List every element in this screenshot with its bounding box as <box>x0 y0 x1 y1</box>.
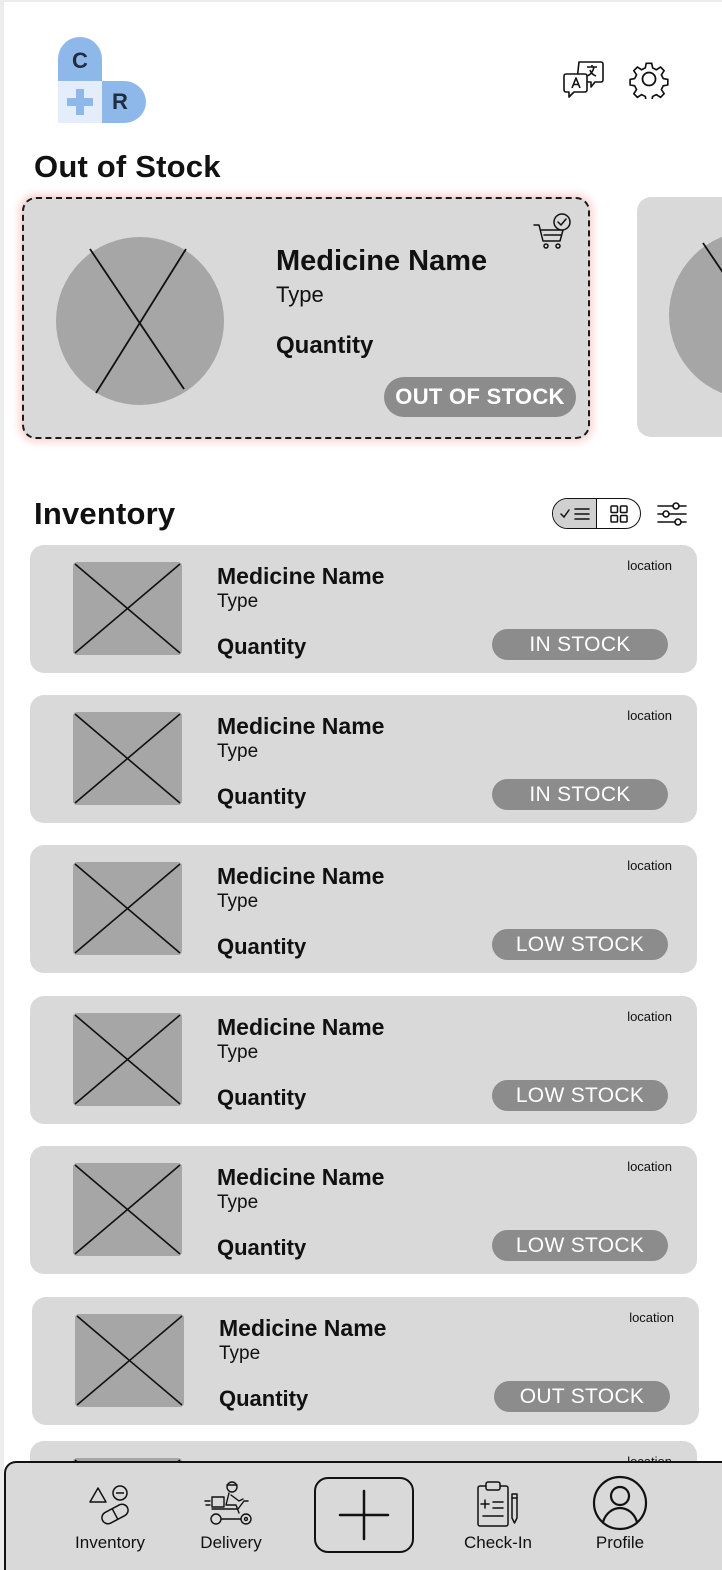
medicine-image-placeholder <box>75 1314 184 1407</box>
medicine-type: Type <box>217 741 259 762</box>
medicine-name: Medicine Name <box>219 1315 387 1341</box>
check-list-icon <box>559 507 590 520</box>
out-of-stock-card[interactable]: Medicine Name Type Quantity OUT OF STOCK <box>22 197 590 439</box>
gear-icon <box>629 62 669 99</box>
medicine-image-placeholder <box>73 562 182 655</box>
frame-top <box>0 0 722 2</box>
plus-icon <box>338 1489 390 1541</box>
medicine-location: location <box>627 558 672 573</box>
nav-inventory[interactable]: Inventory <box>68 1463 152 1570</box>
medicine-location: location <box>627 708 672 723</box>
app-logo: C R <box>58 37 148 125</box>
medicine-quantity: Quantity <box>217 634 307 659</box>
nav-delivery-label: Delivery <box>200 1533 262 1552</box>
nav-check-in[interactable]: Check-In <box>454 1463 542 1570</box>
medicine-type: Type <box>217 591 259 612</box>
inventory-item[interactable]: Medicine Name Type Quantity location IN STOC… <box>30 545 697 673</box>
medicine-image-placeholder <box>669 236 722 393</box>
medicine-quantity: Quantity <box>276 332 374 359</box>
nav-delivery[interactable]: Delivery <box>186 1463 276 1570</box>
out-of-stock-card-next[interactable] <box>637 197 722 437</box>
medicine-image-placeholder <box>73 1163 182 1256</box>
inventory-title: Inventory <box>34 496 176 531</box>
view-mode-toggle[interactable] <box>552 498 641 529</box>
cart-check-icon[interactable] <box>532 213 572 253</box>
medicine-image-placeholder <box>73 862 182 955</box>
status-badge: LOW STOCK <box>492 1080 668 1111</box>
clipboard-icon <box>477 1481 518 1527</box>
medicine-type: Type <box>219 1343 261 1364</box>
inventory-item[interactable]: Medicine Name Type Quantity location LOW STO… <box>30 845 697 973</box>
sliders-icon <box>657 502 687 526</box>
medicine-quantity: Quantity <box>217 1085 307 1110</box>
medicine-name: Medicine Name <box>217 1164 385 1190</box>
logo-letter-c: C <box>72 48 88 73</box>
nav-check-in-label: Check-In <box>463 1533 533 1552</box>
medicine-type: Type <box>276 282 324 307</box>
medicine-quantity: Quantity <box>217 784 307 809</box>
medicine-image-placeholder <box>56 237 224 405</box>
medicine-name: Medicine Name <box>217 1014 385 1040</box>
status-badge: LOW STOCK <box>492 929 668 960</box>
medicine-name: Medicine Name <box>276 245 488 277</box>
medicine-name: Medicine Name <box>217 863 385 889</box>
status-badge: LOW STOCK <box>492 1230 668 1261</box>
out-of-stock-title: Out of Stock <box>34 149 221 184</box>
inventory-item[interactable]: Medicine Name Type Quantity location LOW STO… <box>30 1146 697 1274</box>
inventory-item[interactable]: Medicine Name Type Quantity location LOW STO… <box>30 996 697 1124</box>
translate-icon <box>563 61 604 98</box>
bottom-nav: Inventory Delivery Check-In Profile <box>4 1461 722 1570</box>
delivery-scooter-icon <box>204 1481 252 1525</box>
medicine-image-placeholder <box>73 712 182 805</box>
add-item-button[interactable] <box>314 1477 414 1553</box>
list-view-button[interactable] <box>553 499 597 528</box>
medicine-location: location <box>627 858 672 873</box>
status-badge: IN STOCK <box>492 779 668 810</box>
nav-inventory-label: Inventory <box>75 1533 145 1552</box>
translate-button[interactable] <box>562 57 606 101</box>
nav-profile[interactable]: Profile <box>580 1463 660 1570</box>
user-icon <box>592 1475 648 1531</box>
filter-button[interactable] <box>650 492 694 536</box>
frame-edge <box>0 0 4 1570</box>
medicine-quantity: Quantity <box>217 934 307 959</box>
medicine-location: location <box>629 1310 674 1325</box>
medicine-type: Type <box>217 1042 259 1063</box>
nav-profile-label: Profile <box>595 1533 645 1552</box>
status-badge: OUT OF STOCK <box>384 377 576 417</box>
medicine-location: location <box>627 1159 672 1174</box>
logo-letter-r: R <box>112 89 128 114</box>
medicine-quantity: Quantity <box>219 1386 309 1411</box>
inventory-item[interactable]: Medicine Name Type Quantity location IN STOC… <box>30 695 697 823</box>
settings-button[interactable] <box>627 57 671 101</box>
pills-icon <box>89 1485 129 1525</box>
medicine-name: Medicine Name <box>217 713 385 739</box>
medicine-type: Type <box>217 1192 259 1213</box>
medicine-location: location <box>627 1009 672 1024</box>
status-badge: IN STOCK <box>492 629 668 660</box>
medicine-name: Medicine Name <box>217 563 385 589</box>
status-badge: OUT STOCK <box>494 1381 670 1412</box>
grid-icon <box>609 504 628 523</box>
grid-view-button[interactable] <box>597 499 640 528</box>
medicine-quantity: Quantity <box>217 1235 307 1260</box>
medicine-image-placeholder <box>73 1013 182 1106</box>
inventory-item[interactable]: Medicine Name Type Quantity location OUT STO… <box>32 1297 699 1425</box>
medicine-type: Type <box>217 891 259 912</box>
